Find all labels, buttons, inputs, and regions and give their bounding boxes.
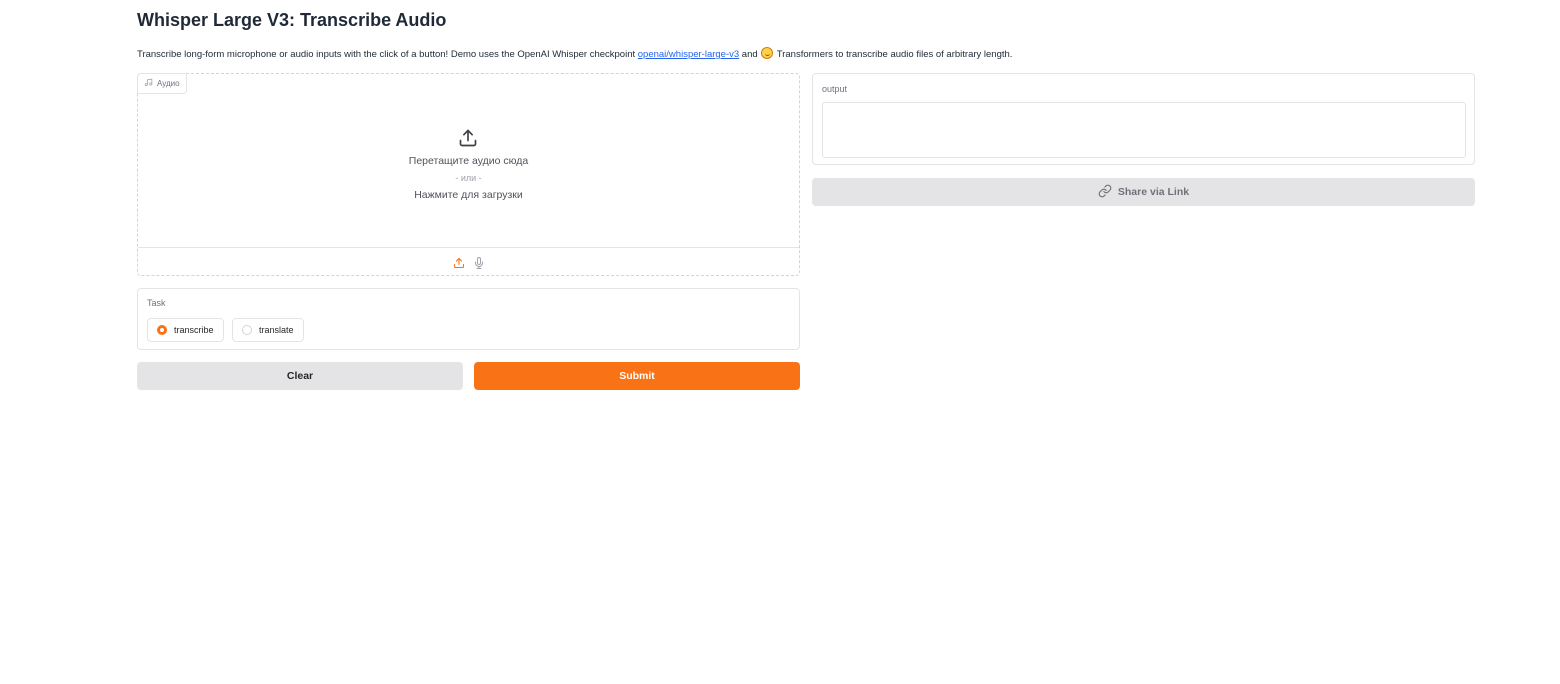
radio-indicator (242, 325, 252, 335)
share-via-link-button[interactable]: Share via Link (812, 178, 1475, 206)
page-description: Transcribe long-form microphone or audio… (137, 47, 1012, 60)
share-label: Share via Link (1117, 186, 1190, 198)
hugging-face-icon (761, 47, 774, 59)
description-tail: Transformers to transcribe audio files o… (774, 49, 1013, 60)
model-link[interactable]: openai/whisper-large-v3 (638, 49, 739, 60)
clear-button[interactable]: Clear (137, 362, 463, 390)
link-icon (1098, 184, 1112, 201)
radio-transcribe[interactable]: transcribe (147, 318, 224, 342)
output-textbox: output (812, 73, 1475, 165)
upload-icon (458, 128, 478, 153)
radio-label-translate: translate (259, 325, 294, 335)
radio-indicator-selected (157, 325, 167, 335)
audio-input[interactable]: Аудио Перетащите аудио сюда - или - Нажм… (137, 73, 800, 276)
description-text: Transcribe long-form microphone or audio… (137, 49, 638, 60)
radio-label-transcribe: transcribe (174, 325, 214, 335)
radio-translate[interactable]: translate (232, 318, 304, 342)
task-label: Task (147, 298, 166, 308)
upload-source-icon[interactable] (452, 256, 466, 270)
audio-source-selector (138, 247, 799, 277)
description-and: and (739, 49, 761, 60)
submit-button[interactable]: Submit (474, 362, 800, 390)
drop-audio-text: Перетащите аудио сюда (408, 155, 529, 167)
task-radio-group: Task transcribe translate (137, 288, 800, 350)
page-title: Whisper Large V3: Transcribe Audio (137, 10, 447, 30)
click-to-upload-text: Нажмите для загрузки (414, 189, 523, 201)
output-textarea[interactable] (822, 102, 1466, 158)
output-label: output (822, 84, 848, 94)
or-separator-text: - или - (455, 173, 482, 183)
audio-upload-dropzone[interactable]: Перетащите аудио сюда - или - Нажмите дл… (138, 74, 799, 247)
microphone-icon[interactable] (472, 256, 486, 270)
